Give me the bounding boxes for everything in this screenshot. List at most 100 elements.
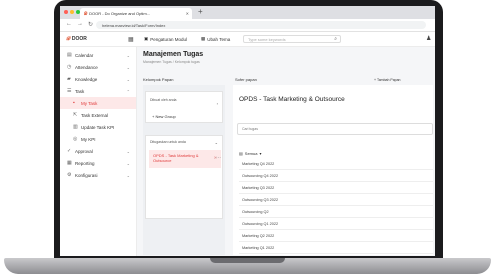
browser-tab[interactable]: 𝓓 DOOR - Do Organize and Optim... ✕ (80, 8, 192, 19)
list-item[interactable]: Marketing Q1 2022 (239, 243, 433, 254)
screen: 𝓓 DOOR - Do Organize and Optim... ✕ + ← … (60, 6, 435, 256)
sidebar-item-attendance[interactable]: ◷ Attendance ⌄ (60, 61, 136, 73)
chevron-down-icon: ⌄ (126, 160, 130, 166)
search-icon[interactable]: ⌕ (334, 36, 337, 42)
list-item[interactable]: Marketing Q3 2022 (239, 183, 433, 194)
task-label: Outsourcing Q2 (242, 210, 269, 214)
more-options-icon[interactable]: ⋯ (216, 155, 221, 161)
book-icon: ▰ (67, 76, 71, 82)
pengaturan-modul-button[interactable]: ▣ Pengaturan Modul (144, 36, 187, 42)
task-board-item[interactable]: OPDS - Task Marketing & Outsource ✕ (149, 150, 221, 168)
new-tab-button[interactable]: + (198, 7, 203, 16)
list-item[interactable]: Marketing Q2 2022 (239, 231, 433, 242)
main-content: Manajemen Tugas Manajemen Tugas / Kelomp… (137, 47, 435, 256)
apps-grid-icon[interactable]: ▦ (128, 36, 134, 43)
sidebar-item-calendar[interactable]: ▤ Calendar ⌄ (60, 49, 136, 61)
sidebar: ▤ Calendar ⌄ ◷ Attendance ⌄ ▰ Knowledge … (60, 47, 137, 256)
window-controls (64, 10, 80, 14)
board-detail-panel: OPDS - Task Marketing & Outsource Cari t… (233, 85, 433, 255)
sidebar-item-my-kpi[interactable]: ◎ My KPI (60, 133, 136, 145)
url-text: helena.maxview.id/Task/Form/Index (102, 22, 166, 28)
task-search-placeholder: Cari tugas (242, 127, 258, 131)
sidebar-item-label: Reporting (75, 160, 95, 166)
sidebar-item-label: Approval (75, 148, 93, 154)
logo-text: DOOR (71, 36, 87, 42)
app-logo[interactable]: 𝓓 DOOR (66, 36, 87, 42)
sidebar-item-task[interactable]: ☰ Task ⌃ (60, 85, 136, 97)
chevron-down-icon[interactable]: ⌄ (215, 140, 218, 145)
close-tab-icon[interactable]: ✕ (186, 11, 189, 16)
chevron-down-icon: ⌄ (126, 76, 130, 82)
chevron-right-icon[interactable]: › (217, 101, 218, 106)
group-panel: Dibuat oleh anda › + New Group Ditugaska… (143, 85, 225, 255)
chevron-down-icon: ▾ (259, 151, 262, 156)
browser-tab-bar: 𝓓 DOOR - Do Organize and Optim... ✕ + (60, 6, 435, 19)
briefcase-icon: ▣ (144, 36, 149, 41)
pengaturan-modul-label: Pengaturan Modul (150, 36, 188, 42)
list-item[interactable]: Outsourcing Q3 2022 (239, 195, 433, 206)
sidebar-item-label: Konfigurasi (75, 172, 98, 178)
sidebar-item-label: Knowledge (75, 76, 98, 82)
sidebar-item-task-external[interactable]: ⇱ Task External (60, 109, 136, 121)
task-search-input[interactable]: Cari tugas (237, 123, 433, 135)
new-group-button[interactable]: + New Group (152, 114, 176, 119)
back-icon[interactable]: ← (66, 21, 72, 28)
notification-bell-icon[interactable]: ♟ (426, 35, 431, 42)
task-label: Marketing Q1 2022 (242, 246, 275, 250)
group-name: Ditugaskan untuk anda (150, 140, 186, 144)
breadcrumb: Manajemen Tugas / Kelompok tugas (143, 60, 200, 64)
ubah-tema-button[interactable]: ▩ Ubah Tema (201, 36, 230, 42)
report-icon: ▦ (67, 160, 72, 166)
list-item[interactable]: Outsourcing Q1 2022 (239, 219, 433, 230)
filter-dropdown[interactable]: ▤ Semua ▾ (239, 151, 261, 156)
sidebar-item-konfigurasi[interactable]: ⚙ Konfigurasi ⌄ (60, 169, 136, 181)
list-item[interactable]: Outsourcing Q2 (239, 207, 433, 218)
palette-icon: ▩ (201, 36, 206, 41)
sidebar-item-approval[interactable]: ✓ Approval ⌄ (60, 145, 136, 157)
sidebar-item-label: Task (75, 88, 85, 94)
group-card-assigned[interactable]: Ditugaskan untuk anda ⌄ OPDS - Task Mark… (145, 135, 223, 219)
logo-mark-icon: 𝓓 (66, 36, 70, 42)
check-icon: ✓ (67, 148, 72, 154)
reload-icon[interactable]: ↻ (88, 21, 93, 28)
ubah-tema-label: Ubah Tema (207, 36, 231, 42)
nav-buttons: ← → ↻ (66, 21, 93, 28)
target-icon: ◎ (73, 136, 78, 142)
task-board-label: OPDS - Task Marketing & Outsource (153, 153, 199, 163)
external-icon: ⇱ (73, 112, 78, 118)
laptop-notch (210, 258, 285, 263)
list-item[interactable]: Outsourcing Q4 2022 (239, 171, 433, 182)
add-board-button[interactable]: + Tambah Papan (374, 78, 401, 82)
sidebar-item-update-task-kpi[interactable]: ▥ Update Task KPI (60, 121, 136, 133)
group-name: Dibuat oleh anda (150, 98, 177, 102)
task-label: Outsourcing Q4 2022 (242, 174, 279, 178)
sidebar-item-my-task[interactable]: ▪ My Task (60, 97, 136, 109)
task-icon: ☰ (67, 88, 72, 94)
forward-icon[interactable]: → (77, 21, 83, 28)
search-input[interactable]: Type some keywords ⌕ (243, 35, 341, 43)
sidebar-item-label: Calendar (75, 52, 94, 58)
chevron-down-icon: ⌄ (126, 52, 130, 58)
sidebar-item-label: Task External (81, 112, 109, 118)
task-label: Outsourcing Q3 2022 (242, 198, 279, 202)
url-field[interactable]: helena.maxview.id/Task/Form/Index (96, 21, 426, 29)
minimize-window-dot[interactable] (70, 10, 74, 14)
close-window-dot[interactable] (64, 10, 68, 14)
clock-icon: ◷ (67, 64, 72, 70)
list-item[interactable]: Marketing Q4 2022 (239, 159, 433, 170)
address-bar: ← → ↻ helena.maxview.id/Task/Form/Index (60, 19, 435, 32)
task-label: Marketing Q4 2022 (242, 162, 275, 166)
sidebar-item-knowledge[interactable]: ▰ Knowledge ⌄ (60, 73, 136, 85)
left-panel-label: Kelompok Papan (143, 77, 174, 82)
chevron-down-icon: ⌄ (126, 172, 130, 178)
task-label: Outsourcing Q1 2022 (242, 222, 279, 226)
list-icon: ▪ (73, 100, 75, 106)
chevron-down-icon: ⌄ (126, 64, 130, 70)
gear-icon: ⚙ (67, 172, 72, 178)
sidebar-item-label: My KPI (81, 136, 96, 142)
chart-icon: ▥ (73, 124, 78, 130)
sidebar-item-reporting[interactable]: ▦ Reporting ⌄ (60, 157, 136, 169)
filter-label: Semua (244, 151, 258, 156)
group-card-created[interactable]: Dibuat oleh anda › + New Group (145, 91, 223, 123)
app-header: 𝓓 DOOR ▦ ▣ Pengaturan Modul ▩ Ubah Tema … (60, 32, 435, 47)
